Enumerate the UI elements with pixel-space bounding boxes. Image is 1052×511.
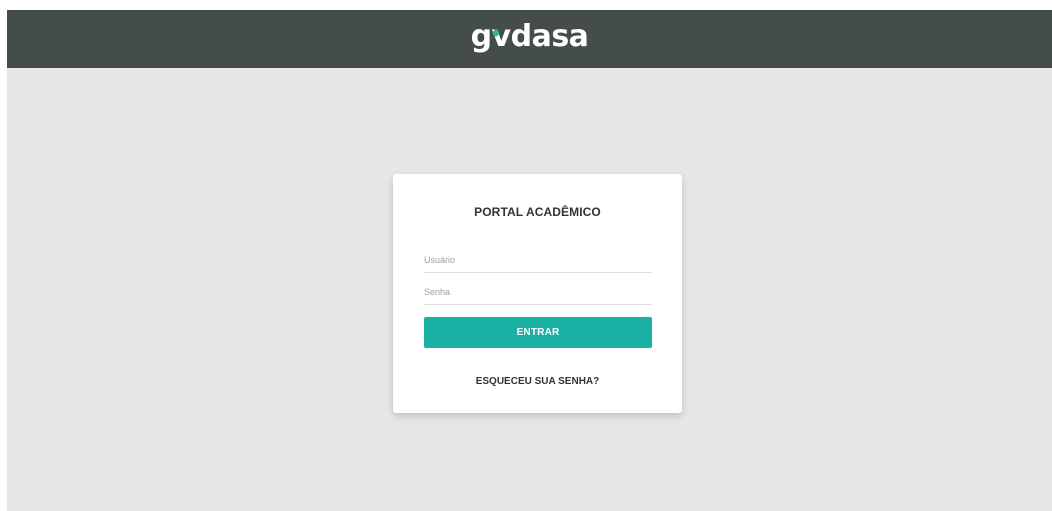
header-bar: g v dasa: [7, 10, 1052, 68]
forgot-password-link[interactable]: ESQUECEU SUA SENHA?: [393, 376, 682, 387]
logo-rest-text: dasa: [510, 19, 589, 54]
password-input[interactable]: [424, 280, 652, 305]
page-frame: gvdasa PORTAL ACADÊMICO ENTRAR ESQUECEU …: [7, 10, 1052, 511]
logo-letter-v: v: [491, 19, 512, 54]
enter-button[interactable]: ENTRAR: [424, 317, 652, 348]
logo-letter-g: g: [470, 19, 492, 54]
login-card: PORTAL ACADÊMICO ENTRAR ESQUECEU SUA SEN…: [393, 174, 682, 413]
portal-title: PORTAL ACADÊMICO: [474, 205, 601, 219]
username-input[interactable]: [424, 248, 652, 273]
brand-logo: g v dasa: [471, 22, 589, 52]
